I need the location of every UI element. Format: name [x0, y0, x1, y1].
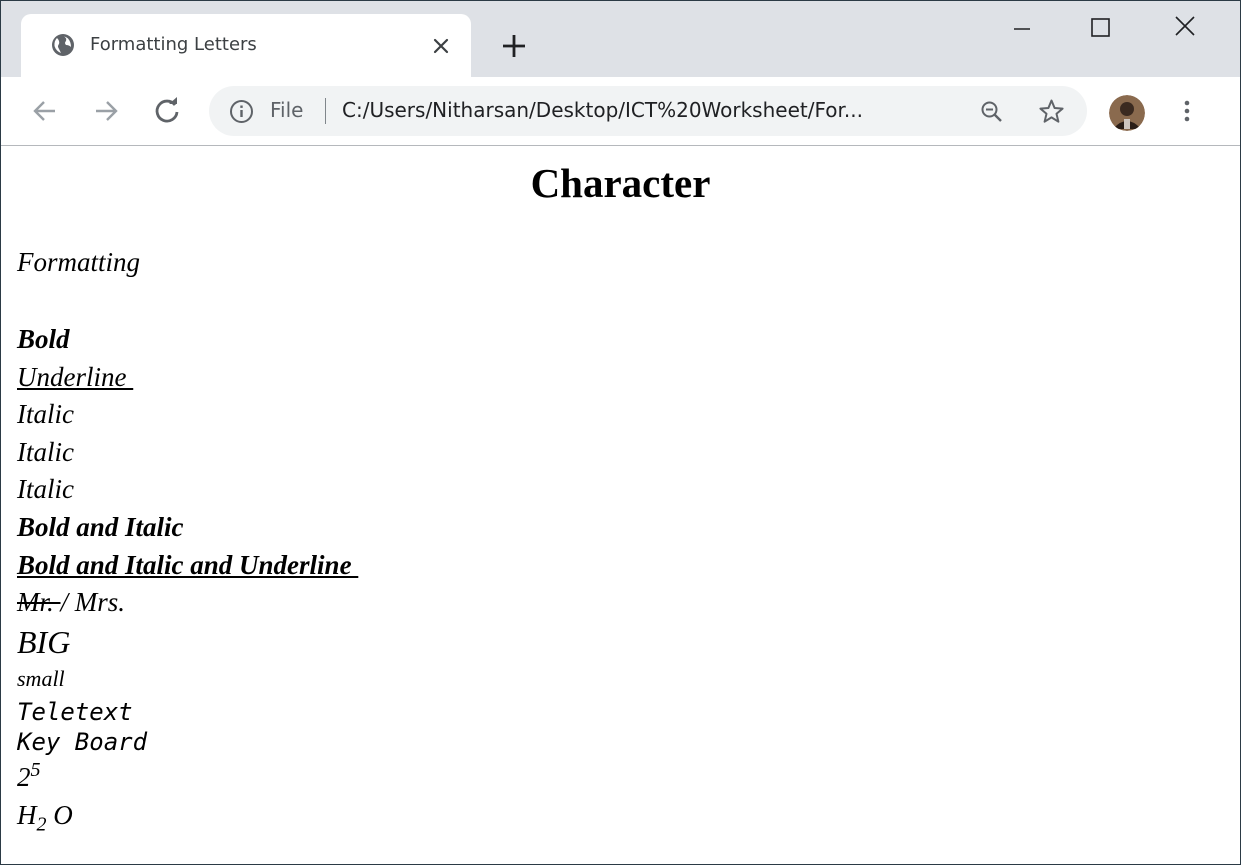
- browser-toolbar: File C:/Users/Nitharsan/Desktop/ICT%20Wo…: [1, 77, 1240, 146]
- close-window-button[interactable]: [1165, 11, 1205, 47]
- reload-icon: [155, 97, 179, 123]
- mrs-text: / Mrs.: [60, 587, 126, 617]
- maximize-icon: [1091, 18, 1110, 37]
- profile-avatar[interactable]: [1109, 95, 1145, 131]
- close-icon: [1175, 16, 1195, 36]
- chemical-formula: H2 O: [17, 799, 73, 834]
- power-expression: 25: [17, 759, 41, 793]
- tab-title: Formatting Letters: [90, 34, 257, 55]
- scheme-label: File: [270, 98, 304, 122]
- omnibox-divider: [325, 98, 326, 124]
- tab-close-icon[interactable]: [429, 34, 453, 58]
- minimize-icon: [1014, 28, 1030, 30]
- formula-subscript: 2: [36, 813, 47, 836]
- maximize-button[interactable]: [1080, 11, 1120, 47]
- power-exponent: 5: [30, 759, 41, 781]
- star-icon[interactable]: [1038, 98, 1065, 125]
- new-tab-button[interactable]: [499, 31, 529, 61]
- page-heading: Character: [530, 160, 711, 206]
- big-text: BIG: [17, 624, 71, 660]
- browser-window: Formatting Letters File C:/Users/Nithars…: [0, 0, 1241, 865]
- back-button[interactable]: [29, 95, 61, 127]
- info-icon[interactable]: [229, 99, 254, 124]
- reload-button[interactable]: [151, 95, 183, 127]
- keyboard-text: Key Board: [17, 728, 148, 756]
- bold-italic-underline-text: Bold and Italic and Underline: [17, 550, 359, 580]
- small-text: small: [17, 666, 65, 691]
- minimize-button[interactable]: [1002, 11, 1042, 47]
- title-line: Mr. / Mrs.: [17, 586, 125, 618]
- formula-o: O: [46, 800, 73, 830]
- globe-icon: [51, 33, 75, 57]
- arrow-right-icon: [96, 101, 118, 121]
- teletext-text: Teletext: [17, 698, 133, 726]
- arrow-left-icon: [33, 101, 55, 121]
- strikethrough-text: Mr.: [17, 587, 61, 617]
- forward-button[interactable]: [90, 95, 122, 127]
- zoom-out-icon[interactable]: [979, 99, 1004, 124]
- address-bar[interactable]: File C:/Users/Nitharsan/Desktop/ICT%20Wo…: [209, 86, 1087, 136]
- underline-text: Underline: [17, 362, 134, 392]
- bold-italic-text: Bold and Italic: [17, 512, 184, 542]
- italic-text-3: Italic: [17, 474, 74, 504]
- power-base: 2: [17, 762, 31, 792]
- formula-h: H: [17, 800, 37, 830]
- url-text[interactable]: C:/Users/Nitharsan/Desktop/ICT%20Workshe…: [342, 98, 863, 122]
- browser-tab[interactable]: Formatting Letters: [21, 14, 471, 77]
- kebab-menu-icon[interactable]: [1175, 97, 1199, 125]
- formatting-text: Formatting: [17, 247, 141, 277]
- tab-strip: Formatting Letters: [1, 1, 1240, 77]
- italic-text-1: Italic: [17, 399, 74, 429]
- italic-text-2: Italic: [17, 437, 74, 467]
- bold-text: Bold: [17, 324, 70, 354]
- page-content: Character Formatting Bold Underline Ital…: [1, 146, 1240, 864]
- plus-icon: [503, 35, 525, 57]
